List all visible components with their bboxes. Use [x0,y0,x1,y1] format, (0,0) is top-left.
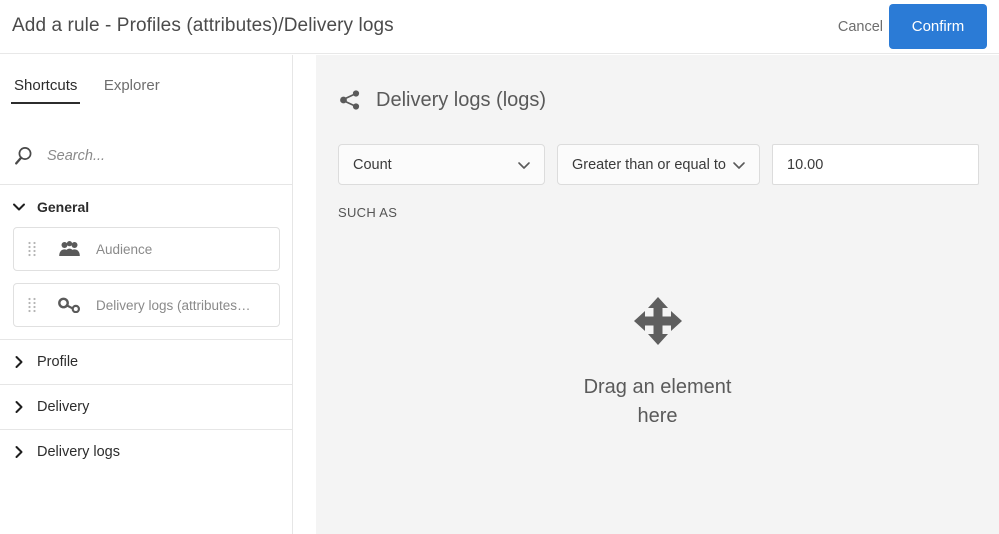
operator-select-value: Greater than or equal to [572,156,726,173]
aggregate-select[interactable]: Count [338,144,545,185]
search-icon [13,145,35,167]
such-as-label: SUCH AS [338,205,398,220]
chevron-down-icon [516,157,532,173]
sidebar-group-delivery-logs[interactable]: Delivery logs [0,429,293,474]
sidebar-group-label: General [37,198,90,215]
rule-source-title-text: Delivery logs (logs) [376,88,547,111]
cancel-button[interactable]: Cancel [832,15,889,39]
add-rule-dialog: Add a rule - Profiles (attributes)/Deliv… [0,0,999,534]
dialog-header: Add a rule - Profiles (attributes)/Deliv… [0,0,999,54]
rule-source-title: Delivery logs (logs) [338,88,546,112]
element-dropzone[interactable]: Drag an element here [316,295,999,431]
search-input[interactable] [45,146,255,165]
chevron-right-icon [11,399,27,415]
chevron-right-icon [11,444,27,460]
audience-icon [57,240,83,258]
rule-condition-row: Count Greater than or equal to [338,144,979,185]
shortcut-item-label: Delivery logs (attributes… [96,297,251,313]
share-nodes-icon [338,88,362,112]
aggregate-select-value: Count [353,156,392,173]
amount-input[interactable] [772,144,979,185]
shortcut-item-audience[interactable]: Audience [13,227,280,271]
move-arrows-icon [632,295,684,347]
confirm-button[interactable]: Confirm [889,4,987,49]
link-node-icon [57,297,83,313]
sidebar-group-profile[interactable]: Profile [0,339,293,384]
sidebar-group-label: Delivery [37,399,90,415]
sidebar-group-label: Profile [37,354,79,370]
chevron-down-icon [731,157,747,173]
sidebar-tabs: Shortcuts Explorer [0,73,293,111]
sidebar: Shortcuts Explorer General [0,55,293,534]
chevron-right-icon [11,354,27,370]
sidebar-group-delivery[interactable]: Delivery [0,384,293,429]
shortcut-item-label: Audience [96,241,153,257]
chevron-down-icon [11,199,27,215]
dropzone-label: Drag an element here [583,376,732,427]
operator-select[interactable]: Greater than or equal to [557,144,760,185]
shortcut-item-delivery-logs-attributes[interactable]: Delivery logs (attributes… [13,283,280,327]
drag-handle-icon[interactable] [27,239,43,259]
tab-shortcuts[interactable]: Shortcuts [8,73,83,104]
rule-editor-panel: Delivery logs (logs) Count Greater than … [316,55,999,534]
page-title: Add a rule - Profiles (attributes)/Deliv… [12,15,394,36]
shortcut-list: Audience Delivery logs (attributes… [0,227,293,327]
search-row [0,127,293,185]
drag-handle-icon[interactable] [27,295,43,315]
sidebar-group-general[interactable]: General [0,186,293,227]
sidebar-group-label: Delivery logs [37,444,120,460]
tab-explorer[interactable]: Explorer [98,73,166,104]
